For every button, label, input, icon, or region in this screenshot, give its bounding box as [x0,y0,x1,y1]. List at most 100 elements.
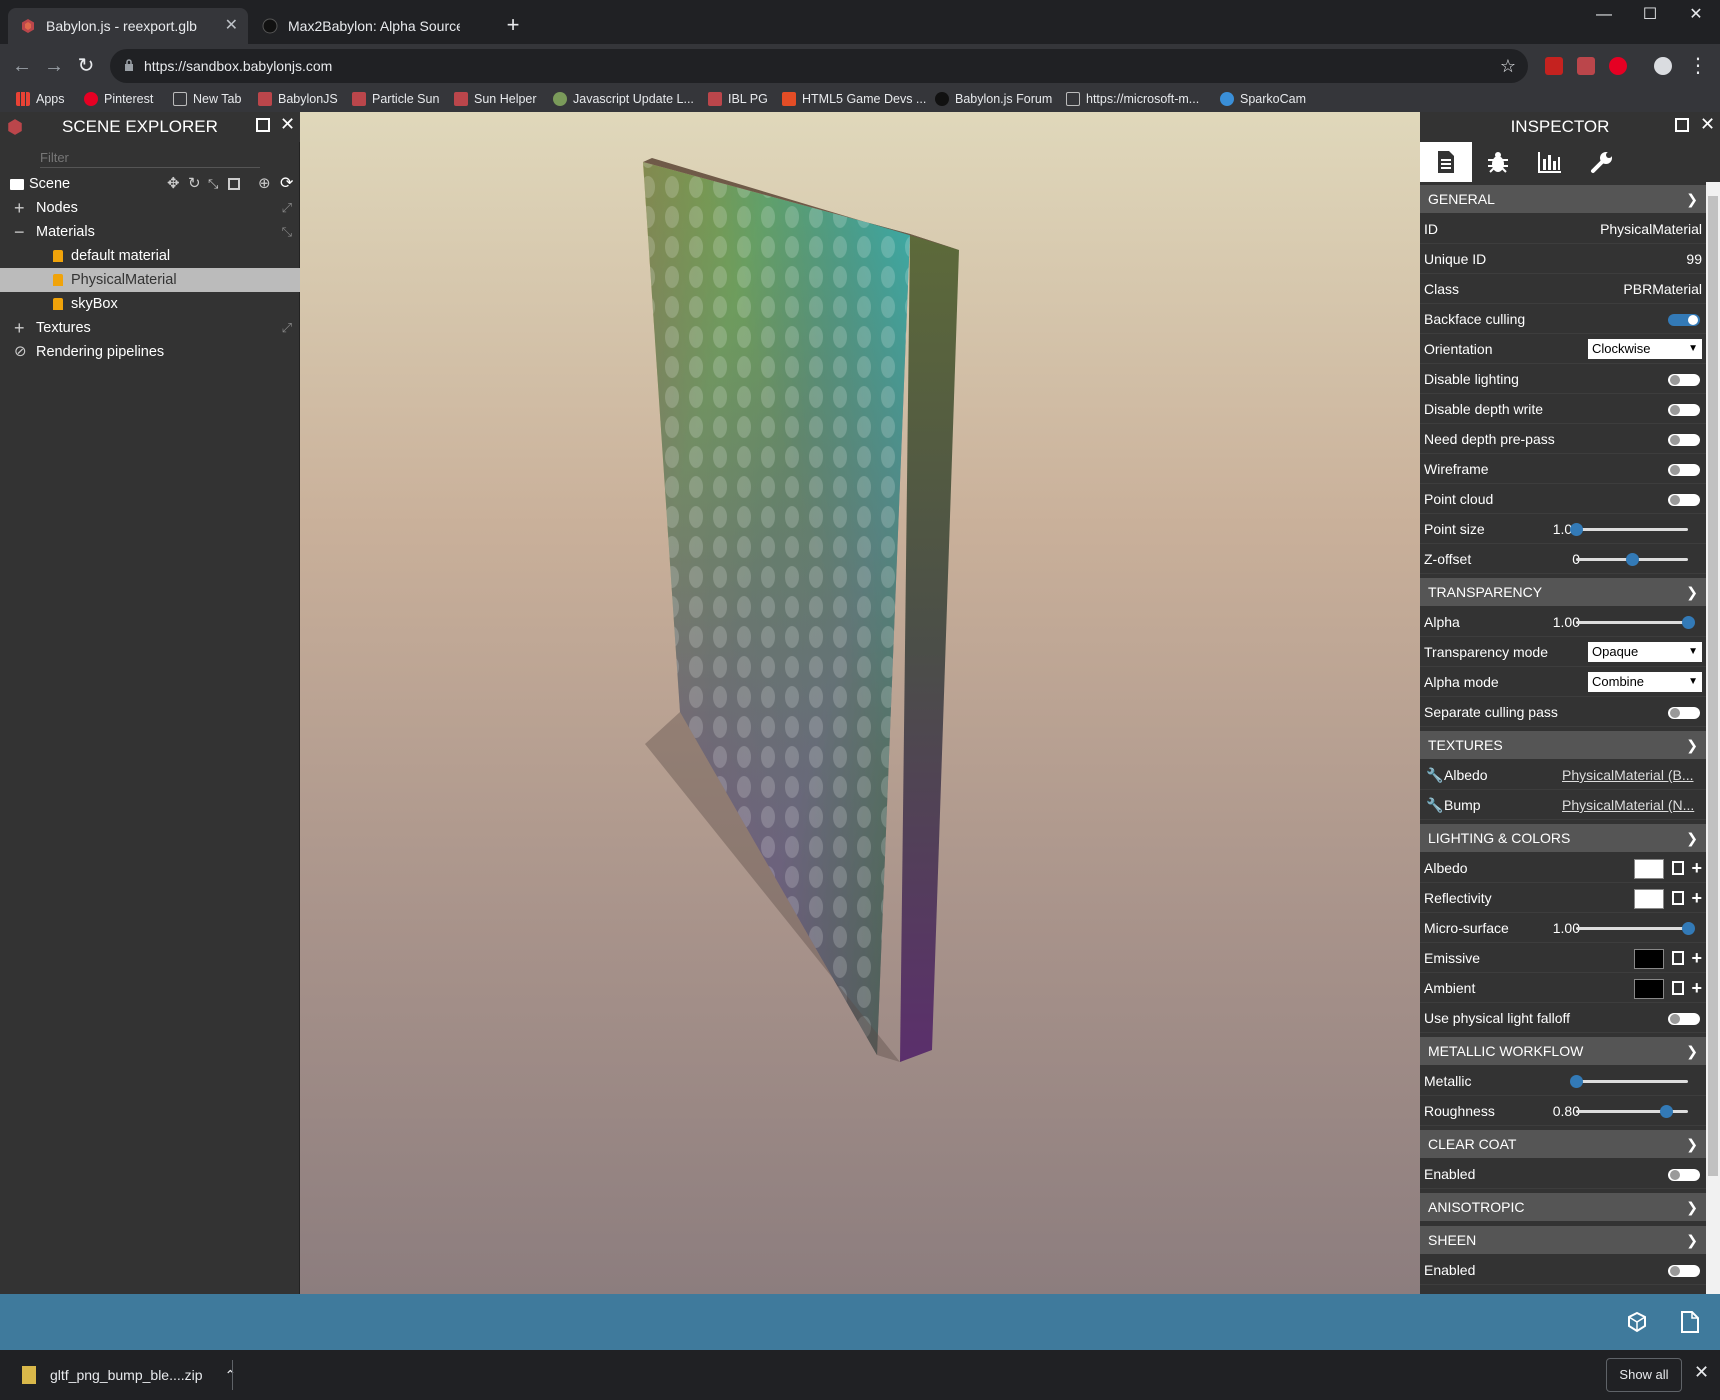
bookmark-apps[interactable]: Apps [14,88,65,112]
close-tab-icon[interactable]: ✕ [225,8,238,44]
orientation-select[interactable]: Clockwise ▼ [1588,339,1702,359]
tab-max2babylon[interactable]: Max2Babylon: Alpha Source bug [250,8,460,44]
bookmark-pinterest[interactable]: Pinterest [82,88,153,112]
tab-tools[interactable] [1576,142,1628,182]
point-cloud-toggle[interactable] [1668,494,1700,506]
separate-culling-toggle[interactable] [1668,707,1700,719]
pdf-extension-icon[interactable] [1545,57,1563,75]
bookmark-javascript-update[interactable]: Javascript Update L... [551,88,694,112]
collapse-all-icon[interactable]: ⤡ [282,220,292,244]
slider-thumb[interactable] [1570,523,1583,536]
section-sheen[interactable]: SHEEN ❯ [1420,1226,1706,1254]
emissive-color-swatch[interactable] [1634,949,1664,969]
profile-avatar[interactable] [1654,57,1672,75]
tree-item-scene[interactable]: Scene ✥ ↻ ⤡ ⊕ ⟳ [0,172,300,196]
section-clear-coat[interactable]: CLEAR COAT ❯ [1420,1130,1706,1158]
ambient-color-swatch[interactable] [1634,979,1664,999]
show-all-button[interactable]: Show all [1606,1358,1682,1392]
depth-prepass-toggle[interactable] [1668,434,1700,446]
plus-icon[interactable]: + [1691,883,1702,913]
bookmark-babylonjs[interactable]: BabylonJS [256,88,338,112]
menu-dots-icon[interactable]: ⋮ [1684,52,1712,80]
bookmark-html5-game-devs[interactable]: HTML5 Game Devs ... [780,88,926,112]
tree-item-material[interactable]: default material [0,244,300,268]
tree-item-nodes[interactable]: + Nodes ⤢ [0,196,300,220]
bookmark-sun-helper[interactable]: Sun Helper [452,88,537,112]
close-download-bar-icon[interactable]: ✕ [1694,1362,1709,1383]
slider-thumb[interactable] [1659,1105,1673,1118]
slider-thumb[interactable] [1682,616,1695,629]
rotate-gizmo-icon[interactable]: ↻ [188,172,201,196]
wrench-icon[interactable]: 🔧 [1426,760,1443,790]
wrench-icon[interactable]: 🔧 [1426,790,1443,820]
bump-texture-link[interactable]: PhysicalMaterial (N... [1562,790,1702,820]
close-panel-icon[interactable]: ✕ [280,114,295,135]
copy-icon[interactable] [1672,951,1684,965]
reload-icon[interactable]: ↻ [72,52,100,80]
pinterest-extension-icon[interactable] [1609,57,1627,75]
section-transparency[interactable]: TRANSPARENCY ❯ [1420,578,1706,606]
section-textures[interactable]: TEXTURES ❯ [1420,731,1706,759]
expand-all-icon[interactable]: ⤢ [282,316,292,340]
expand-plus-icon[interactable]: + [14,196,25,220]
expand-plus-icon[interactable]: + [14,316,25,340]
babylon-extension-icon[interactable] [1577,57,1595,75]
minimize-icon[interactable]: — [1580,0,1628,30]
slider-thumb[interactable] [1570,1075,1583,1088]
z-offset-slider[interactable] [1576,553,1688,566]
maximize-icon[interactable]: ☐ [1626,0,1674,30]
albedo-color-swatch[interactable] [1634,859,1664,879]
close-panel-icon[interactable]: ✕ [1700,114,1715,135]
bookmark-new-tab[interactable]: New Tab [171,88,241,112]
close-window-icon[interactable]: ✕ [1672,0,1720,30]
plus-icon[interactable]: + [1691,853,1702,883]
scale-gizmo-icon[interactable]: ⤡ [208,172,218,196]
clear-coat-toggle[interactable] [1668,1169,1700,1181]
alpha-slider[interactable] [1576,616,1695,629]
tab-statistics[interactable] [1524,142,1576,182]
plus-icon[interactable]: + [1691,973,1702,1003]
refresh-icon[interactable]: ⟳ [280,172,293,196]
download-item[interactable]: gltf_png_bump_ble....zip ⌃ [20,1358,236,1392]
target-icon[interactable]: ⊕ [258,172,271,196]
sheen-toggle[interactable] [1668,1265,1700,1277]
open-file-icon[interactable] [1680,1311,1700,1333]
scrollbar-thumb[interactable] [1708,196,1718,1176]
section-metallic-workflow[interactable]: METALLIC WORKFLOW ❯ [1420,1037,1706,1065]
wireframe-toggle[interactable] [1668,464,1700,476]
point-size-slider[interactable] [1570,523,1688,536]
backface-culling-toggle[interactable] [1668,314,1700,326]
copy-icon[interactable] [1672,981,1684,995]
metallic-slider[interactable] [1570,1075,1688,1088]
section-general[interactable]: GENERAL ❯ [1420,185,1706,213]
inspector-scrollbar[interactable] [1706,182,1720,1294]
tree-item-material-selected[interactable]: PhysicalMaterial [0,268,300,292]
transparency-mode-select[interactable]: Opaque ▼ [1588,642,1702,662]
tree-item-materials[interactable]: − Materials ⤡ [0,220,300,244]
bookmark-star-icon[interactable]: ☆ [1500,49,1516,83]
inspector-toggle-icon[interactable] [1626,1311,1648,1333]
bookmark-babylon-forum[interactable]: Babylon.js Forum [933,88,1052,112]
forward-icon[interactable]: → [40,52,68,80]
popout-icon[interactable] [1675,118,1689,132]
tab-debug[interactable] [1472,142,1524,182]
bookmark-sparkocam[interactable]: SparkoCam [1218,88,1306,112]
copy-icon[interactable] [1672,891,1684,905]
move-gizmo-icon[interactable]: ✥ [167,172,180,196]
roughness-slider[interactable] [1576,1105,1688,1118]
micro-surface-slider[interactable] [1576,922,1695,935]
bookmark-ibl-pg[interactable]: IBL PG [706,88,768,112]
tab-properties[interactable] [1420,142,1472,182]
disable-lighting-toggle[interactable] [1668,374,1700,386]
render-canvas[interactable] [300,112,1420,1294]
tab-babylon-sandbox[interactable]: Babylon.js - reexport.glb ✕ [8,8,248,44]
chevron-up-icon[interactable]: ⌃ [224,1367,236,1383]
plus-icon[interactable]: + [1691,943,1702,973]
bounding-box-gizmo-icon[interactable] [228,178,240,190]
copy-icon[interactable] [1672,861,1684,875]
tree-item-material[interactable]: skyBox [0,292,300,316]
address-bar[interactable]: https://sandbox.babylonjs.com ☆ [110,49,1528,83]
alpha-mode-select[interactable]: Combine ▼ [1588,672,1702,692]
back-icon[interactable]: ← [8,52,36,80]
section-anisotropic[interactable]: ANISOTROPIC ❯ [1420,1193,1706,1221]
